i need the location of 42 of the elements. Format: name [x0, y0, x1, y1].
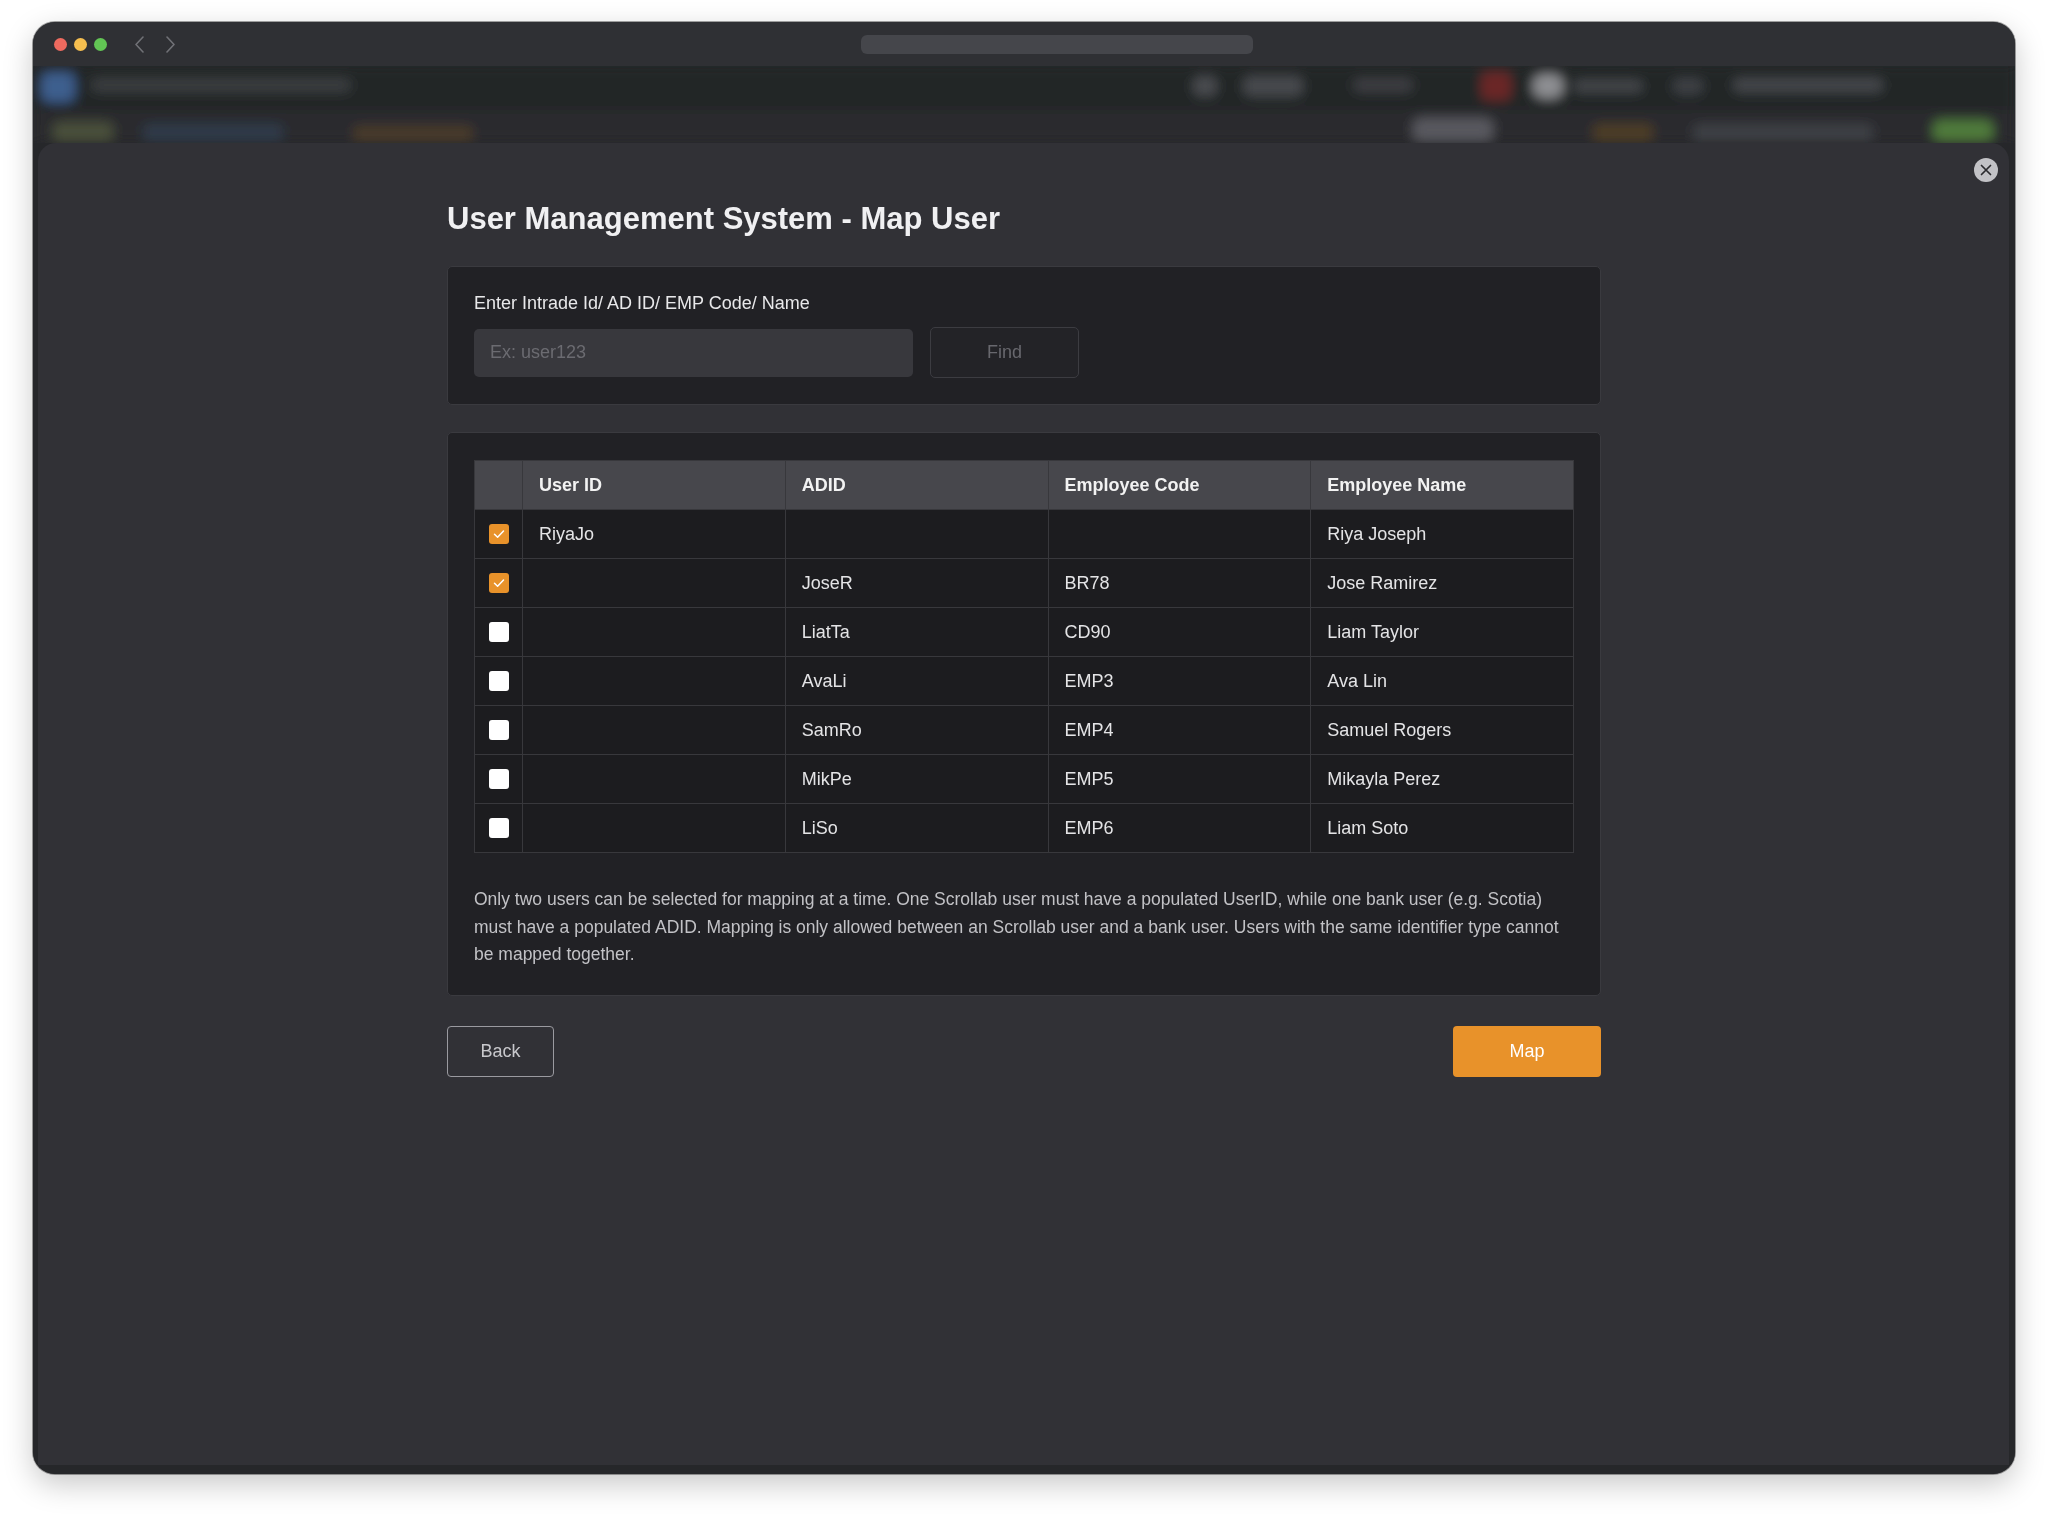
- table-cell: BR78: [1048, 558, 1311, 608]
- checkbox[interactable]: [488, 769, 509, 789]
- minimize-window-icon[interactable]: [74, 37, 87, 51]
- table-cell: JoseR: [785, 558, 1048, 608]
- table-cell: LiSo: [785, 803, 1048, 853]
- table-cell: SamRo: [785, 705, 1048, 755]
- table-cell: EMP4: [1048, 705, 1311, 755]
- table-cell: Liam Soto: [1310, 803, 1574, 853]
- column-header: User ID: [522, 460, 786, 510]
- dialog-title: User Management System - Map User: [447, 200, 1002, 238]
- table-cell: Ava Lin: [1310, 656, 1574, 706]
- column-header: ADID: [785, 460, 1048, 510]
- mapping-rules-note: Only two users can be selected for mapping at a time. One Scrollab user must have a populated UserID, while one bank user (e.g. Scotia) must have a populated ADID. Mapping is only allowed between an Scrollab user and a bank user. Users with the same identifier type cannot be mapped together.: [474, 888, 1560, 966]
- checkbox[interactable]: [488, 671, 509, 691]
- column-header: Employee Code: [1048, 460, 1311, 510]
- table-cell: Samuel Rogers: [1310, 705, 1574, 755]
- table-cell: EMP5: [1048, 754, 1311, 804]
- close-icon[interactable]: [1974, 158, 1998, 182]
- search-label: Enter Intrade Id/ AD ID/ EMP Code/ Name: [474, 292, 811, 315]
- checkbox[interactable]: [488, 720, 509, 740]
- checkbox[interactable]: [488, 524, 509, 544]
- table-cell: CD90: [1048, 607, 1311, 657]
- checkbox[interactable]: [488, 818, 509, 838]
- column-header: Employee Name: [1310, 460, 1574, 510]
- table-cell: AvaLi: [785, 656, 1048, 706]
- map-button[interactable]: Map: [1453, 1025, 1601, 1077]
- table-cell: MikPe: [785, 754, 1048, 804]
- table-cell: EMP6: [1048, 803, 1311, 853]
- checkbox[interactable]: [488, 573, 509, 593]
- close-window-icon[interactable]: [54, 37, 67, 51]
- back-button[interactable]: Back: [447, 1025, 554, 1077]
- table-cell: Riya Joseph: [1310, 509, 1574, 559]
- table-cell: RiyaJo: [522, 509, 786, 559]
- checkbox[interactable]: [488, 622, 509, 642]
- table-cell: Mikayla Perez: [1310, 754, 1574, 804]
- table-cell: Jose Ramirez: [1310, 558, 1574, 608]
- zoom-window-icon[interactable]: [94, 37, 107, 51]
- table-cell: EMP3: [1048, 656, 1311, 706]
- table-cell: LiatTa: [785, 607, 1048, 657]
- chevron-left-icon[interactable]: [135, 35, 144, 53]
- table-cell: Liam Taylor: [1310, 607, 1574, 657]
- chevron-right-icon[interactable]: [166, 35, 175, 53]
